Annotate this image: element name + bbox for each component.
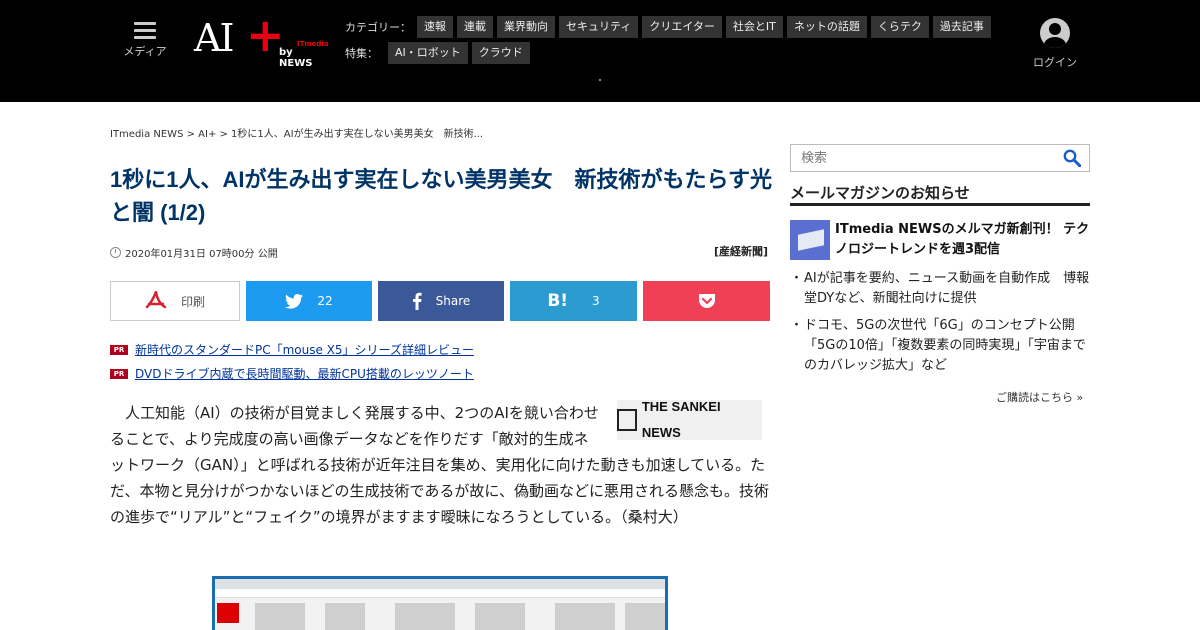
facebook-share-label: Share	[435, 294, 471, 308]
image-photo	[255, 603, 305, 630]
pr-link-row: PR DVDドライブ内蔵で長時間駆動、最新CPU搭載のレッツノート	[110, 365, 474, 382]
twitter-count: 22	[317, 294, 333, 308]
login-button[interactable]: ログイン	[1030, 16, 1080, 70]
category-caption: カテゴリー：	[345, 21, 411, 34]
publish-date: 2020年01月31日 07時00分 公開	[110, 245, 278, 260]
list-item[interactable]: ドコモ、5Gの次世代「6G」のコンセプト公開 「5Gの10倍」「複数要素の同時実…	[790, 316, 1090, 376]
newsletter-featured-text: ITmedia NEWSのメルマガ新創刊！ テクノロジートレンドを週3配信	[835, 222, 1090, 257]
sankei-news-logo[interactable]: THE SANKEI NEWS	[617, 399, 762, 440]
facebook-icon	[412, 292, 422, 310]
category-tag-society-it[interactable]: 社会とIT	[725, 16, 783, 38]
breadcrumb[interactable]: ITmedia NEWS > AI+ > 1秒に1人、AIが生み出す実在しない美…	[110, 125, 483, 140]
category-tag-kuratech[interactable]: くらテク	[870, 16, 929, 38]
media-menu-label: メディア	[123, 45, 167, 58]
article-body: THE SANKEI NEWS 人工知能（AI）の技術が目覚ましく発展する中、2…	[110, 399, 772, 530]
site-header: メディア AI + ITmedia by NEWS カテゴリー： 速報 連載 業…	[0, 0, 1200, 102]
pr-link[interactable]: DVDドライブ内蔵で長時間駆動、最新CPU搭載のレッツノート	[135, 365, 474, 382]
search-icon[interactable]	[1063, 149, 1082, 168]
pocket-icon	[698, 293, 716, 309]
newsletter-featured[interactable]: ITmedia NEWSのメルマガ新創刊！ テクノロジートレンドを週3配信	[790, 220, 1090, 260]
category-tag-creator[interactable]: クリエイター	[642, 16, 722, 38]
feature-caption: 特集：	[345, 47, 378, 60]
image-photo	[475, 603, 525, 630]
sankei-logo-mark	[617, 409, 637, 431]
category-nav: カテゴリー： 速報 連載 業界動向 セキュリティ クリエイター 社会とIT ネッ…	[345, 16, 995, 68]
pr-link-row: PR 新時代のスタンダードPC「mouse X5」シリーズ詳細レビュー	[110, 341, 474, 358]
search-input[interactable]	[791, 150, 1051, 166]
clock-icon	[110, 247, 121, 258]
pdf-icon	[145, 291, 167, 311]
pr-badge: PR	[110, 368, 128, 379]
user-avatar-icon	[1040, 18, 1070, 48]
newsletter-mail-icon	[790, 220, 830, 260]
category-tag-series[interactable]: 連載	[457, 16, 493, 38]
image-photo	[555, 603, 615, 630]
image-photo	[325, 603, 365, 630]
category-tag-archive[interactable]: 過去記事	[932, 16, 991, 38]
image-site-logo	[217, 603, 239, 623]
feature-tag-ai-robot[interactable]: AI・ロボット	[388, 42, 468, 64]
category-tag-net-topics[interactable]: ネットの話題	[786, 16, 867, 38]
sankei-logo-text: THE SANKEI NEWS	[641, 399, 721, 440]
login-label: ログイン	[1033, 56, 1077, 69]
hatena-icon: B!	[547, 291, 569, 311]
image-browser-address	[215, 589, 665, 598]
twitter-icon	[285, 293, 304, 309]
logo-ai: AI	[194, 16, 234, 60]
header-divider-dot	[599, 79, 601, 81]
image-photo	[395, 603, 455, 630]
hatena-count: 3	[592, 294, 600, 308]
twitter-share-button[interactable]: 22	[246, 281, 372, 321]
site-logo[interactable]: AI + ITmedia by NEWS	[194, 12, 329, 69]
newsletter-list: AIが記事を要約、ニュース動画を自動作成 博報堂DYなど、新聞社向けに提供 ドコ…	[790, 269, 1090, 383]
category-row: カテゴリー： 速報 連載 業界動向 セキュリティ クリエイター 社会とIT ネッ…	[345, 16, 995, 38]
publish-date-text: 2020年01月31日 07時00分 公開	[125, 249, 278, 260]
article-title: 1秒に1人、AIが生み出す実在しない美男美女 新技術がもたらす光と闇 (1/2)	[110, 167, 773, 225]
category-tag-security[interactable]: セキュリティ	[559, 16, 639, 38]
media-menu-button[interactable]: メディア	[121, 20, 169, 59]
category-tag-breaking[interactable]: 速報	[417, 16, 453, 38]
pocket-button[interactable]	[643, 281, 770, 321]
article-source: [産経新聞]	[714, 245, 769, 258]
pr-link[interactable]: 新時代のスタンダードPC「mouse X5」シリーズ詳細レビュー	[135, 341, 474, 358]
feature-tag-cloud[interactable]: クラウド	[471, 42, 530, 64]
feature-row: 特集： AI・ロボット クラウド	[345, 42, 995, 64]
category-tag-industry[interactable]: 業界動向	[497, 16, 555, 38]
facebook-share-button[interactable]: Share	[378, 281, 504, 321]
hatena-bookmark-button[interactable]: B! 3	[510, 281, 637, 321]
list-item[interactable]: AIが記事を要約、ニュース動画を自動作成 博報堂DYなど、新聞社向けに提供	[790, 269, 1090, 309]
print-label: 印刷	[180, 294, 205, 309]
image-browser-tabs	[215, 579, 665, 589]
image-photo	[625, 603, 665, 630]
pr-badge: PR	[110, 344, 128, 355]
search-box	[790, 144, 1090, 172]
logo-by-news: by NEWS	[279, 47, 313, 69]
article-image[interactable]	[212, 576, 668, 630]
newsletter-heading: メールマガジンのお知らせ	[790, 182, 1090, 206]
menu-icon	[134, 22, 156, 39]
subscribe-link[interactable]: ご購読はこちら »	[996, 389, 1083, 405]
share-bar: 印刷 22 Share B! 3	[110, 281, 770, 321]
print-button[interactable]: 印刷	[110, 281, 240, 321]
